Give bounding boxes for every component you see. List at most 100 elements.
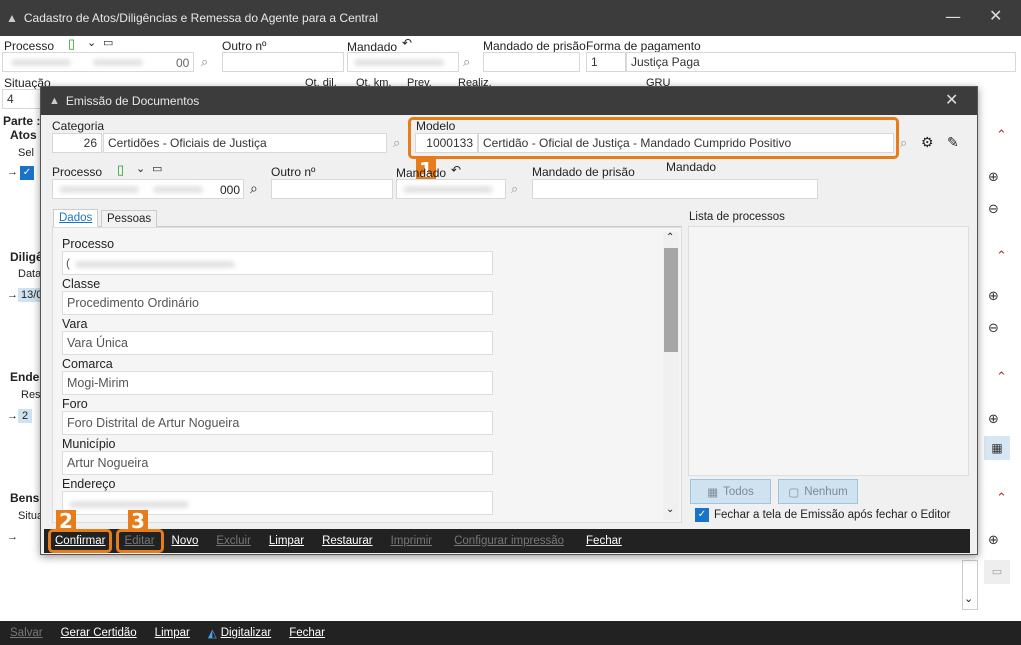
field-endereco-label: Endereço [62, 477, 116, 491]
mandado-search-icon[interactable]: ⌕ [463, 54, 470, 70]
close-button[interactable]: ✕ [989, 6, 1002, 25]
fechar-dialog-button[interactable]: Fechar [586, 535, 622, 547]
imprimir-button[interactable]: Imprimir [391, 535, 433, 547]
nenhum-label: Nenhum [804, 485, 848, 498]
limpar-button[interactable]: Limpar [269, 535, 304, 547]
settings-doc-icon[interactable]: ⚙ [921, 134, 934, 151]
scroll-down-icon[interactable]: ⌄ [964, 592, 973, 605]
row-arrow-icon: → [7, 166, 18, 178]
remove-icon[interactable]: ⊖ [988, 202, 999, 217]
remove-icon[interactable]: ⊖ [988, 321, 999, 336]
todos-label: Todos [723, 485, 754, 498]
dialog-outro-numero-input[interactable] [271, 179, 393, 199]
processo-input[interactable] [2, 52, 194, 72]
todos-button[interactable]: ▦ Todos [690, 479, 771, 504]
salvar-button[interactable]: Salvar [10, 627, 43, 639]
dialog-processo-input[interactable] [52, 179, 244, 199]
restaurar-button[interactable]: Restaurar [322, 535, 373, 547]
situacao-input[interactable]: 4 [2, 89, 42, 109]
app-logo-icon: ▲ [49, 95, 60, 107]
collapse-icon[interactable]: ⌃ [996, 249, 1007, 264]
tab-pessoas[interactable]: Pessoas [101, 210, 158, 228]
add-icon[interactable]: ⊕ [988, 412, 999, 427]
modelo-value[interactable]: Certidão - Oficial de Justiça - Mandado … [478, 133, 894, 153]
field-municipio-label: Município [62, 437, 116, 451]
forma-pagamento-label: Forma de pagamento [586, 39, 701, 53]
collapse-icon[interactable]: ⌃ [996, 128, 1007, 143]
scroll-down-icon[interactable]: ⌄ [666, 504, 674, 515]
field-comarca-value[interactable]: Mogi-Mirim [62, 371, 493, 395]
tab-dados-label: Dados [59, 212, 93, 224]
enderecos-section: Ender [10, 370, 45, 384]
collapse-icon[interactable]: ⌃ [996, 370, 1007, 385]
configurar-impressao-button[interactable]: Configurar impressão [454, 535, 564, 547]
undo-icon[interactable]: ↶ [402, 36, 412, 50]
edit-doc-icon[interactable]: ✎ [947, 134, 959, 151]
callout-2-badge: 2 [56, 509, 76, 533]
table-icon[interactable]: ▦ [984, 436, 1010, 460]
categoria-value[interactable]: Certidões - Oficiais de Justiça [103, 133, 387, 153]
dialog-mandado-prisao-input[interactable] [532, 179, 818, 199]
forma-pagamento-code[interactable]: 1 [586, 52, 626, 72]
fechar-button[interactable]: Fechar [289, 627, 325, 639]
note-icon[interactable]: ▭ [152, 162, 162, 175]
chevron-down-icon[interactable]: ⌄ [87, 36, 96, 49]
field-vara-value[interactable]: Vara Única [62, 331, 493, 355]
note-icon[interactable]: ▭ [103, 36, 113, 49]
atos-checkbox[interactable]: ✓ [20, 166, 34, 180]
dialog-mandado-input[interactable] [396, 179, 506, 199]
dialog-mandado-label: Mandado [396, 166, 447, 180]
res-header: Res [21, 389, 41, 401]
dialog-toolbar: Confirmar Editar Novo Excluir Limpar Res… [44, 529, 970, 553]
scanner-icon: ◭ [207, 628, 217, 640]
chevron-down-icon[interactable]: ⌄ [136, 162, 145, 175]
tab-dados[interactable]: Dados [53, 209, 99, 227]
modelo-search-icon[interactable]: ⌕ [900, 135, 907, 151]
new-doc-icon[interactable]: ▯ [117, 162, 124, 178]
main-window-title: Cadastro de Atos/Diligências e Remessa d… [23, 11, 379, 25]
collapse-icon[interactable]: ⌃ [996, 491, 1007, 506]
sel-header: Sel [18, 147, 34, 159]
scroll-thumb[interactable] [664, 248, 678, 352]
field-municipio-value[interactable]: Artur Nogueira [62, 451, 493, 475]
mandado-search-icon[interactable]: ⌕ [511, 181, 518, 197]
lista-processos-box[interactable] [688, 226, 969, 476]
add-icon[interactable]: ⊕ [988, 533, 999, 548]
field-processo-value[interactable]: ( [62, 251, 493, 275]
field-foro-value[interactable]: Foro Distrital de Artur Nogueira [62, 411, 493, 435]
row-arrow-icon: → [7, 410, 18, 422]
outro-numero-input[interactable] [222, 52, 344, 72]
minimize-button[interactable]: — [945, 7, 961, 26]
scroll-up-icon[interactable]: ⌃ [666, 232, 674, 243]
field-comarca-label: Comarca [62, 357, 113, 371]
fechar-checkbox[interactable]: ✓ [695, 508, 709, 522]
excluir-button[interactable]: Excluir [216, 535, 251, 547]
categoria-search-icon[interactable]: ⌕ [393, 135, 400, 151]
processo-label: Processo [4, 39, 55, 53]
modelo-code[interactable]: 1000133 [415, 133, 478, 153]
doc-icon[interactable]: ▭ [984, 560, 1010, 584]
categoria-code[interactable]: 26 [52, 133, 102, 153]
add-icon[interactable]: ⊕ [988, 170, 999, 185]
limpar-button[interactable]: Limpar [155, 627, 190, 639]
search-icon[interactable]: ⌕ [201, 54, 208, 70]
forma-pagamento-value[interactable]: Justiça Paga [626, 52, 1016, 72]
novo-button[interactable]: Novo [172, 535, 199, 547]
add-icon[interactable]: ⊕ [988, 289, 999, 304]
nenhum-button[interactable]: ▢ Nenhum [778, 479, 858, 504]
categoria-code-text: 26 [83, 136, 97, 150]
new-doc-icon[interactable]: ▯ [68, 36, 75, 52]
diligencias-section: Diligê [10, 250, 43, 264]
mandado-input[interactable] [347, 52, 459, 72]
digitalizar-button[interactable]: Digitalizar [221, 627, 272, 639]
field-classe-value[interactable]: Procedimento Ordinário [62, 291, 493, 315]
dialog-close-button[interactable]: ✕ [945, 90, 958, 109]
res-value[interactable]: 2 [18, 409, 33, 423]
processo-search-icon[interactable]: ⌕ [250, 180, 258, 197]
mandado-prisao-input[interactable] [483, 52, 580, 72]
app-logo-icon: ▲ [6, 11, 18, 25]
field-endereco-value[interactable] [62, 491, 493, 515]
undo-icon[interactable]: ↶ [451, 163, 461, 177]
dados-scrollbar[interactable]: ⌃ ⌄ [663, 232, 679, 520]
gerar-certidao-button[interactable]: Gerar Certidão [61, 627, 137, 639]
